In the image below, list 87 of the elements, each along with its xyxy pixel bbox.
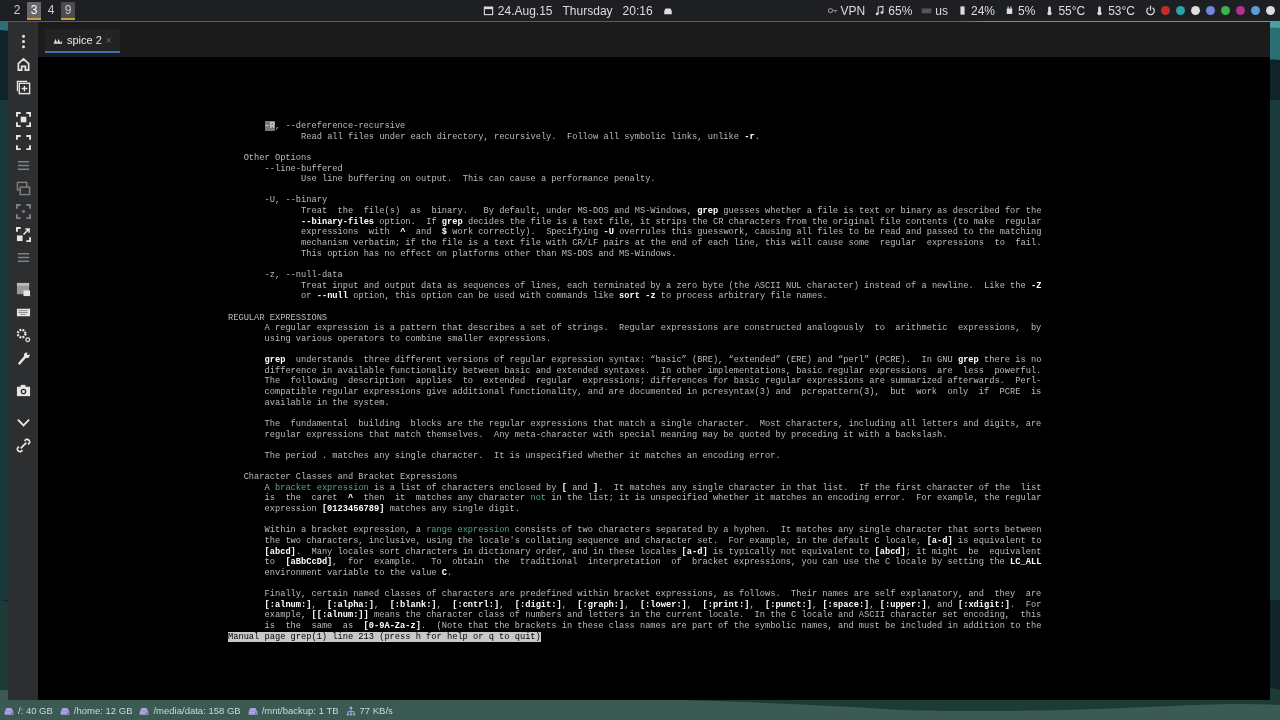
text-line: Read all files under each directory, recursively. Follow all symbolic links, unlike -r. [301, 131, 760, 143]
window-icon[interactable] [15, 282, 31, 297]
option-name: -U, --binary [264, 195, 328, 207]
status-text: 5% [1018, 2, 1036, 20]
text-line: Treat the file(s) as binary. By default, under MS-DOS and MS-Windows, grep guesses whether a file is text or binary as described for the [301, 206, 1042, 217]
status-text: 24% [971, 2, 996, 20]
text-line: regular expressions that match themselves. Any meta-character with special meaning may be quoted by preceding it with a backslash. [264, 429, 948, 441]
calendar-icon [482, 5, 494, 16]
expand-icon[interactable] [15, 227, 31, 242]
text-line: Within a bracket expression, a range expression consists of two characters separated by a hyphen. It matches any single character that sorts between [264, 525, 1042, 536]
text-line: A regular expression is a pattern that describes a set of strings. Regular expressions are constructed analogously to arithmetic expressions, by [264, 323, 1042, 334]
drive-icon [58, 706, 71, 716]
music-note-icon [874, 5, 886, 16]
section-heading: REGULAR EXPRESSIONS [228, 312, 328, 323]
status-text: /mnt/backup: 1 TB [261, 703, 339, 718]
tray-icon[interactable] [1250, 5, 1261, 16]
drive-icon [3, 706, 15, 716]
status-text: /: 40 GB [18, 703, 53, 718]
add-window-icon[interactable] [15, 80, 31, 95]
status-text: 55°C [1058, 2, 1086, 20]
text-line: This option has no effect on platforms other than MS-DOS and MS-Windows. [301, 248, 677, 260]
option-name: --line-buffered [264, 163, 343, 174]
highlighted-text: -R [264, 121, 275, 131]
workspace-button[interactable]: 3 [27, 1, 41, 20]
tray-icon[interactable] [1205, 5, 1216, 16]
network-icon [344, 706, 357, 716]
text-line: Treat input and output data as sequences of lines, each terminated by a zero byte (the ASCII NUL character) instead of a newline. Like the -Z [301, 280, 1042, 291]
home-icon[interactable] [15, 57, 31, 72]
workspace-button[interactable]: 4 [44, 1, 58, 20]
text-line: Finally, certain named classes of characters are predefined within bracket expressions, as follows. Their names are self explanatory, and they are [264, 589, 1042, 600]
clock-date: 24.Aug.15 [497, 2, 553, 20]
power-icon[interactable] [1145, 5, 1156, 16]
status-text: /media/data: 158 GB [153, 703, 241, 718]
text-line: expressions with ^ and $ work correctly). Specifying -U overrules this guesswork, causing all files to be read and passed to the matching [301, 227, 1042, 238]
drive-icon [246, 706, 259, 716]
workspace-button[interactable]: 9 [61, 1, 75, 20]
keyboard-icon [921, 5, 933, 16]
text-line: or --null option, this option can be used with commands like sort -z to process arbitrary file names. [301, 291, 828, 302]
clock-time: 20:16 [622, 2, 653, 20]
drive-icon [138, 706, 151, 716]
fit-screen-icon[interactable] [15, 112, 31, 127]
status-text: 65% [888, 2, 913, 20]
option-name: -z, --null-data [264, 269, 343, 281]
camera-icon[interactable] [15, 383, 31, 398]
text-line: to [aBbCcDd], for example. To obtain the traditional interpretation of bracket expressions, you can use the C locale by setting the LC_ALL [264, 557, 1042, 568]
tray-icon[interactable] [1265, 5, 1276, 16]
text-line: environment variable to the value C. [264, 567, 453, 579]
option-name: , --dereference-recursive [274, 121, 406, 131]
text-line: The following description applies to extended regular expressions; differences for basic regular expressions are summarized afterwards. Perl- [264, 376, 1042, 387]
text-line: example, [[:alnum:]] means the character class of numbers and letters in the current locale. In the C locale and ASCII character set encoding, this [264, 610, 1042, 621]
text-line: mechanism verbatim; if the file is a text file with CR/LF pairs at the end of each line, this will cause some regular expressions to fail. [301, 238, 1042, 249]
tray-icon[interactable] [1220, 5, 1231, 16]
text-line: --binary-files option. If grep decides the file is a text file, it strips the CR characters from the original file contents (to make regular [301, 216, 1042, 227]
text-line: grep understands three different versions of regular expression syntax: “basic” (BRE), “extended” (ERE) and “perl” (PCRE). In GNU grep there is no [264, 355, 1042, 366]
tray-icon[interactable] [1190, 5, 1201, 16]
status-text: /home: 12 GB [73, 703, 133, 718]
settings-icon[interactable] [15, 328, 31, 343]
text-line: difference in available functionality between basic and extended syntaxes. In other implementations, basic regular expressions are less powerful. [264, 365, 1042, 376]
tab-label: spice 2 [67, 32, 102, 48]
text-line: is the same as [0-9A-Za-z]. (Note that the brackets in these class names are part of the symbolic names, and must be included in addition to the [264, 621, 1042, 632]
wrench-icon[interactable] [15, 351, 31, 366]
text-line: expression [0123456789] matches any single digit. [264, 504, 520, 515]
text-line: The fundamental building blocks are the regular expressions that match a single character. Most characters, including all letters and digits, are [264, 418, 1042, 430]
key-icon [826, 5, 838, 16]
subsection-heading: Other Options [243, 152, 312, 164]
text-line: [:alnum:], [:alpha:], [:blank:], [:cntrl:], [:digit:], [:graph:], [:lower:], [:print:], [:punct:], [:space:], [:upper:], and [:xdigit:]. For [264, 599, 1042, 610]
memory-icon [957, 5, 968, 16]
status-text: 77 KB/s [359, 703, 393, 718]
status-text: VPN [840, 2, 866, 20]
status-text: us [935, 2, 948, 20]
status-text: 53°C [1108, 2, 1135, 20]
text-line: A bracket expression is a list of characters enclosed by [ and ]. It matches any single character in that list. If the first character of the list [264, 482, 1042, 493]
text-line: compatible regular expressions give additional functionality, and are documented in pcresyntax(3) and pcrepattern(3), but work only if PCRE is [264, 387, 1042, 398]
text-line: the two characters, inclusive, using the locale's collating sequence and character set. For example, in the default C locale, [a-d] is equivalent to [264, 536, 1042, 547]
subsection-heading: Character Classes and Bracket Expressions [243, 472, 458, 483]
tab[interactable]: spice 2 × [45, 29, 120, 53]
fullscreen-icon[interactable] [15, 135, 31, 150]
clock-day: Thursday [562, 1, 613, 20]
text-line: using various operators to combine smaller expressions. [264, 333, 552, 345]
workspace-button[interactable]: 2 [10, 1, 24, 20]
text-line: available in the system. [264, 397, 390, 409]
text-line: is the caret ^ then it matches any character not in the list; it is unspecified whether it matches an encoding error. For example, the regular [264, 493, 1042, 504]
text-line: [abcd]. Many locales sort characters in dictionary order, and in these locales [a-d] is typically not equivalent to [abcd]; it might be equivalent [264, 546, 1042, 557]
text-line: Use line buffering on output. This can cause a performance penalty. [301, 174, 656, 185]
text-line: The period . matches any single character. It is unspecified whether it matches an encoding error. [264, 450, 781, 462]
tray-icon[interactable] [1175, 5, 1186, 16]
link-icon[interactable] [15, 438, 31, 453]
